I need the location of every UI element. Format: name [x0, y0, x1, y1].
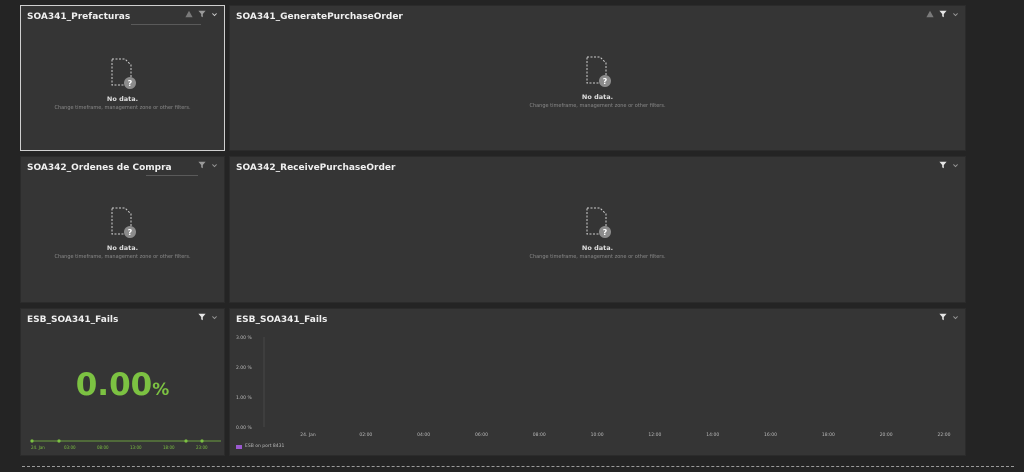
chevron-down-icon[interactable]	[211, 162, 218, 169]
tile-soa341-prefacturas[interactable]: SOA341_Prefacturas ? No data. Change tim…	[20, 5, 225, 151]
unknown-file-icon: ?	[110, 207, 136, 239]
no-data-message: ? No data. Change timeframe, management …	[21, 207, 224, 260]
sparkline-point	[30, 439, 34, 443]
svg-text:?: ?	[602, 77, 607, 86]
chevron-down-icon[interactable]	[952, 162, 959, 169]
chart-legend: ESB on port 8431	[236, 444, 284, 449]
y-tick-label: 0.00 %	[236, 425, 252, 431]
tile-title: SOA342_Ordenes de Compra	[27, 163, 172, 173]
unknown-file-icon: ?	[585, 207, 611, 239]
single-value-unit: %	[152, 380, 170, 400]
tile-title: ESB_SOA341_Fails	[236, 315, 328, 325]
unknown-file-icon: ?	[110, 58, 136, 90]
title-underline	[146, 175, 198, 176]
single-value: 0.00%	[21, 367, 224, 403]
no-data-message: ? No data. Change timeframe, management …	[230, 56, 965, 109]
x-tick-label: 12:00	[648, 432, 661, 438]
chevron-down-icon[interactable]	[952, 314, 959, 321]
x-tick-label: 04:00	[417, 432, 430, 438]
filter-icon[interactable]	[198, 10, 206, 18]
dashboard-bottom-divider	[22, 466, 1014, 467]
filter-icon[interactable]	[198, 161, 206, 169]
no-data-message: ? No data. Change timeframe, management …	[21, 58, 224, 111]
chevron-down-icon[interactable]	[211, 11, 218, 18]
filter-icon[interactable]	[198, 313, 206, 321]
no-data-hint: Change timeframe, management zone or oth…	[529, 254, 666, 260]
legend-label[interactable]: ESB on port 8431	[245, 444, 284, 449]
x-tick-label: 22:00	[938, 432, 951, 438]
tile-toolbar	[939, 313, 959, 321]
tile-toolbar	[198, 161, 218, 169]
title-underline	[131, 24, 201, 25]
x-tick-label: 10:00	[591, 432, 604, 438]
spark-label: 13:00	[130, 445, 142, 450]
x-tick-label: 14:00	[706, 432, 719, 438]
sparkline: 24. Jan 03:00 08:00 13:00 18:00 23:00	[30, 439, 221, 450]
tile-title: ESB_SOA341_Fails	[27, 315, 119, 325]
no-data-title: No data.	[581, 93, 614, 101]
sparkline-point	[200, 439, 204, 443]
no-data-title: No data.	[106, 244, 139, 252]
y-tick-label: 3.00 %	[236, 335, 252, 341]
spark-label: 08:00	[97, 445, 109, 450]
tile-title: SOA341_GeneratePurchaseOrder	[236, 12, 403, 22]
tile-soa342-receive-purchase-order[interactable]: SOA342_ReceivePurchaseOrder ? No data. C…	[229, 156, 966, 303]
sparkline-point	[184, 439, 188, 443]
spark-label: 23:00	[196, 445, 208, 450]
tile-toolbar	[939, 161, 959, 169]
filter-icon[interactable]	[939, 161, 947, 169]
tile-esb-soa341-fails-chart[interactable]: ESB_SOA341_Fails 3.00 % 2.00 % 1.00 % 0.00 …	[229, 308, 966, 456]
no-data-hint: Change timeframe, management zone or oth…	[54, 105, 191, 111]
warning-icon[interactable]	[185, 10, 193, 18]
spark-label: 03:00	[64, 445, 76, 450]
x-tick-label: 16:00	[764, 432, 777, 438]
x-tick-label: 24. Jan	[300, 432, 316, 438]
spark-label: 18:00	[163, 445, 175, 450]
fails-line-chart: 3.00 % 2.00 % 1.00 % 0.00 % 24. Jan 02:00 04:0…	[236, 335, 951, 438]
legend-swatch	[236, 444, 242, 449]
x-tick-label: 02:00	[359, 432, 372, 438]
no-data-title: No data.	[581, 244, 614, 252]
x-tick-label: 06:00	[475, 432, 488, 438]
y-tick-label: 1.00 %	[236, 395, 252, 401]
tile-esb-soa341-fails-single-value[interactable]: ESB_SOA341_Fails 0.00% 24. Jan 03:00 08:…	[20, 308, 225, 456]
unknown-file-icon: ?	[585, 56, 611, 88]
no-data-title: No data.	[106, 95, 139, 103]
filter-icon[interactable]	[939, 10, 947, 18]
sparkline-point	[57, 439, 61, 443]
single-value-number: 0.00	[75, 367, 153, 403]
no-data-message: ? No data. Change timeframe, management …	[230, 207, 965, 260]
filter-icon[interactable]	[939, 313, 947, 321]
warning-icon[interactable]	[926, 10, 934, 18]
no-data-hint: Change timeframe, management zone or oth…	[54, 254, 191, 260]
tile-soa342-ordenes-de-compra[interactable]: SOA342_Ordenes de Compra ? No data. Chan…	[20, 156, 225, 303]
tile-toolbar	[926, 10, 959, 18]
y-tick-label: 2.00 %	[236, 365, 252, 371]
chevron-down-icon[interactable]	[952, 11, 959, 18]
spark-label: 24. Jan	[31, 445, 45, 450]
tile-title: SOA342_ReceivePurchaseOrder	[236, 163, 396, 173]
x-tick-label: 18:00	[822, 432, 835, 438]
tile-toolbar	[198, 313, 218, 321]
svg-text:?: ?	[602, 228, 607, 237]
tile-soa341-generate-purchase-order[interactable]: SOA341_GeneratePurchaseOrder ? No data. …	[229, 5, 966, 151]
x-tick-label: 08:00	[533, 432, 546, 438]
svg-text:?: ?	[127, 79, 132, 88]
x-tick-label: 20:00	[880, 432, 893, 438]
tile-title: SOA341_Prefacturas	[27, 12, 131, 22]
chevron-down-icon[interactable]	[211, 314, 218, 321]
svg-text:?: ?	[127, 228, 132, 237]
no-data-hint: Change timeframe, management zone or oth…	[529, 103, 666, 109]
tile-toolbar	[185, 10, 218, 18]
